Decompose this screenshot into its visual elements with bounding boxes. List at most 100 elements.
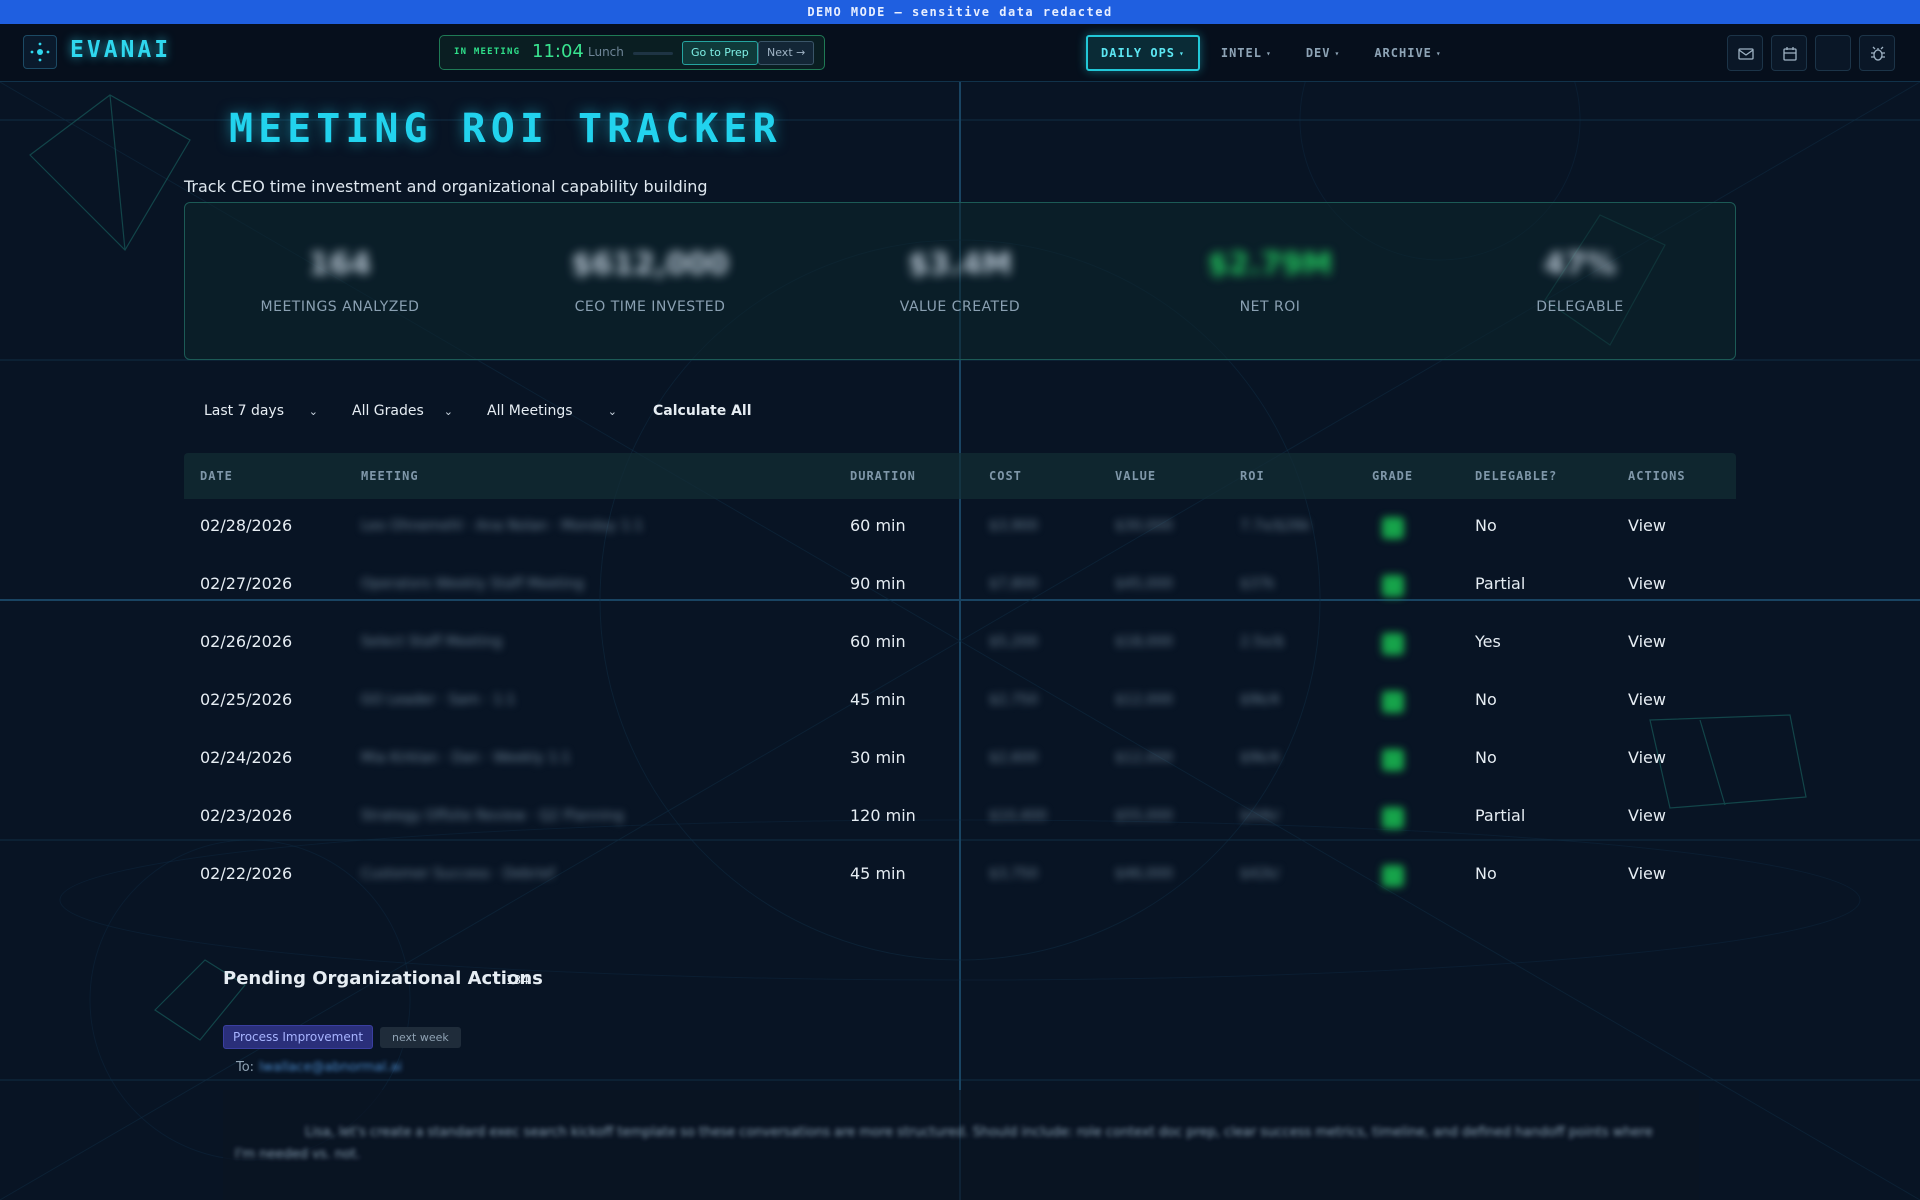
grade-badge bbox=[1382, 517, 1404, 539]
view-link[interactable]: View bbox=[1628, 748, 1666, 767]
cell-roi: $42k/ bbox=[1240, 866, 1280, 882]
col-meeting[interactable]: MEETING bbox=[361, 469, 419, 483]
table-row[interactable]: 02/26/2026 Select Staff Meeting 60 min $5,2… bbox=[184, 615, 1736, 673]
chevron-down-icon: ⌄ bbox=[607, 404, 617, 418]
cell-date: 02/27/2026 bbox=[200, 574, 293, 593]
recipient-email[interactable]: lwallace@abnormal.ai bbox=[259, 1060, 402, 1075]
table-row[interactable]: 02/22/2026 Customer Success · Debrief 45 m… bbox=[184, 847, 1736, 905]
cell-cost: $5,200 bbox=[989, 634, 1038, 650]
cell-date: 02/25/2026 bbox=[200, 690, 293, 709]
table-row[interactable]: 02/28/2026 Leo Ohnemehl · Ana Nolan · Mon… bbox=[184, 499, 1736, 557]
cell-cost: $3,900 bbox=[989, 518, 1038, 534]
chevron-down-icon: ▾ bbox=[1179, 48, 1185, 58]
pending-actions-count: 134 bbox=[506, 973, 529, 987]
stats-panel: 164 MEETINGS ANALYZED $612,000 CEO TIME … bbox=[184, 202, 1736, 360]
table-row[interactable]: 02/24/2026 Mia Kirklan · Dan · Weekly 1:1… bbox=[184, 731, 1736, 789]
grade-badge bbox=[1382, 749, 1404, 771]
meeting-progress-bar bbox=[633, 52, 673, 55]
cell-duration: 45 min bbox=[850, 864, 906, 883]
cell-meeting: Strategy Offsite Review · Q2 Planning bbox=[361, 808, 624, 824]
stat-ceo-time-invested: $612,000 CEO TIME INVESTED bbox=[495, 203, 805, 359]
nav-label: ARCHIVE bbox=[1374, 46, 1432, 60]
blank-icon[interactable] bbox=[1815, 35, 1851, 71]
view-link[interactable]: View bbox=[1628, 574, 1666, 593]
chevron-down-icon: ⌄ bbox=[443, 404, 453, 418]
col-cost[interactable]: COST bbox=[989, 469, 1022, 483]
stat-net-roi: $2.79M NET ROI bbox=[1115, 203, 1425, 359]
nav-dev[interactable]: DEV ▾ bbox=[1293, 35, 1354, 71]
cell-cost: $2,600 bbox=[989, 750, 1038, 766]
stat-delegable: 47% DELEGABLE bbox=[1425, 203, 1735, 359]
chevron-down-icon: ▾ bbox=[1435, 48, 1442, 58]
col-grade[interactable]: GRADE bbox=[1372, 469, 1413, 483]
cell-duration: 120 min bbox=[850, 806, 916, 825]
page-title: MEETING ROI TRACKER bbox=[229, 106, 782, 152]
view-link[interactable]: View bbox=[1628, 864, 1666, 883]
nav-label: DEV bbox=[1305, 46, 1331, 60]
nav-archive[interactable]: ARCHIVE ▾ bbox=[1361, 35, 1454, 71]
col-delegable[interactable]: DELEGABLE? bbox=[1475, 469, 1557, 483]
cell-delegable: Yes bbox=[1475, 632, 1501, 651]
stat-value: $612,000 bbox=[571, 247, 729, 282]
app-logo-text[interactable]: EVANAI bbox=[70, 37, 171, 63]
table-body: 02/28/2026 Leo Ohnemehl · Ana Nolan · Mon… bbox=[184, 499, 1736, 905]
date-range-value: Last 7 days bbox=[204, 403, 285, 419]
nav-daily-ops[interactable]: DAILY OPS ▾ bbox=[1086, 35, 1200, 71]
col-date[interactable]: DATE bbox=[200, 469, 233, 483]
chevron-down-icon: ▾ bbox=[1265, 48, 1272, 58]
meeting-type-select[interactable]: All Meetings ⌄ bbox=[467, 396, 631, 426]
stat-label: VALUE CREATED bbox=[899, 299, 1021, 315]
grade-badge bbox=[1382, 865, 1404, 887]
top-bar: EVANAI IN MEETING 11:04 Lunch Go to Prep… bbox=[0, 24, 1920, 82]
cell-value: $55,000 bbox=[1115, 808, 1173, 824]
mail-icon[interactable] bbox=[1727, 35, 1763, 71]
action-message-box[interactable]: Lisa, let's create a standard exec searc… bbox=[223, 1090, 1699, 1200]
cell-value: $45,000 bbox=[1115, 576, 1173, 592]
view-link[interactable]: View bbox=[1628, 806, 1666, 825]
grade-badge bbox=[1382, 691, 1404, 713]
category-tag: Process Improvement bbox=[223, 1025, 374, 1049]
meeting-title: Lunch bbox=[588, 45, 624, 59]
col-duration[interactable]: DURATION bbox=[850, 469, 916, 483]
meeting-status: IN MEETING bbox=[454, 47, 521, 57]
cell-roi: 2.5x/$ bbox=[1240, 634, 1285, 650]
cell-date: 02/24/2026 bbox=[200, 748, 293, 767]
table-header: DATE MEETING DURATION COST VALUE ROI GRA… bbox=[184, 453, 1736, 499]
calendar-icon[interactable] bbox=[1771, 35, 1807, 71]
view-link[interactable]: View bbox=[1628, 632, 1666, 651]
demo-mode-banner: DEMO MODE — sensitive data redacted bbox=[0, 0, 1920, 24]
cell-meeting: Operators Weekly Staff Meeting bbox=[361, 576, 584, 592]
cell-delegable: No bbox=[1475, 748, 1497, 767]
table-row[interactable]: 02/25/2026 GO Leader · Sam · 1:1 45 min $2,… bbox=[184, 673, 1736, 731]
stat-value-created: $3.4M VALUE CREATED bbox=[805, 203, 1115, 359]
date-range-select[interactable]: Last 7 days ⌄ bbox=[184, 396, 332, 426]
col-value[interactable]: VALUE bbox=[1115, 469, 1156, 483]
cell-cost: $10,400 bbox=[989, 808, 1047, 824]
stat-value: 47% bbox=[1544, 247, 1616, 282]
stat-label: CEO TIME INVESTED bbox=[574, 299, 726, 315]
cell-duration: 30 min bbox=[850, 748, 906, 767]
cell-value: $46,000 bbox=[1115, 866, 1173, 882]
cell-date: 02/23/2026 bbox=[200, 806, 293, 825]
next-meeting-button[interactable]: Next → bbox=[758, 41, 815, 65]
logo-icon[interactable] bbox=[23, 35, 57, 69]
filter-bar: Last 7 days ⌄ All Grades ⌄ All Meetings ⌄ C… bbox=[184, 396, 752, 426]
grade-select[interactable]: All Grades ⌄ bbox=[332, 396, 467, 426]
table-row[interactable]: 02/23/2026 Strategy Offsite Review · Q2 P… bbox=[184, 789, 1736, 847]
current-meeting-widget: IN MEETING 11:04 Lunch Go to Prep Next → bbox=[439, 35, 825, 70]
calculate-all-button[interactable]: Calculate All bbox=[653, 403, 752, 419]
view-link[interactable]: View bbox=[1628, 690, 1666, 709]
meetings-table: DATE MEETING DURATION COST VALUE ROI GRA… bbox=[184, 453, 1736, 905]
col-roi[interactable]: ROI bbox=[1240, 469, 1265, 483]
stat-label: NET ROI bbox=[1239, 299, 1301, 315]
go-to-prep-button[interactable]: Go to Prep bbox=[682, 41, 758, 65]
nav-label: INTEL bbox=[1220, 46, 1262, 60]
grade-value: All Grades bbox=[352, 403, 424, 419]
cell-delegable: Partial bbox=[1475, 574, 1526, 593]
grade-badge bbox=[1382, 807, 1404, 829]
view-link[interactable]: View bbox=[1628, 516, 1666, 535]
table-row[interactable]: 02/27/2026 Operators Weekly Staff Meeting… bbox=[184, 557, 1736, 615]
cell-delegable: No bbox=[1475, 690, 1497, 709]
nav-intel[interactable]: INTEL ▾ bbox=[1208, 35, 1285, 71]
bug-icon[interactable] bbox=[1859, 35, 1895, 71]
